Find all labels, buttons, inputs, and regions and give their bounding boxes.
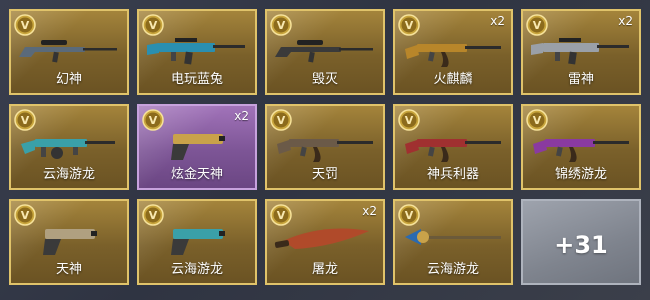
item-name: 炫金天神	[170, 167, 223, 182]
item-card[interactable]: Vx2 火麒麟	[393, 9, 513, 95]
more-items-button[interactable]: +31	[521, 199, 641, 285]
item-card[interactable]: V 云海游龙	[137, 199, 257, 285]
item-card[interactable]: V 电玩蓝兔	[137, 9, 257, 95]
item-name: 火麒麟	[433, 72, 473, 87]
more-items-count: +31	[554, 231, 608, 259]
item-name: 锦绣游龙	[554, 167, 607, 182]
item-count: x2	[362, 204, 377, 218]
item-name: 云海游龙	[42, 167, 95, 182]
item-grid: V 幻神 V 电玩蓝兔 V 毁灭 Vx2 火麒麟 Vx2 雷神 V 云海游龙 Vx2 炫金天神 V 天罚 V 神兵…	[9, 9, 641, 285]
item-count: x2	[234, 109, 249, 123]
item-count: x2	[618, 14, 633, 28]
item-card[interactable]: Vx2 雷神	[521, 9, 641, 95]
item-name: 云海游龙	[426, 262, 479, 277]
item-card[interactable]: V 锦绣游龙	[521, 104, 641, 190]
item-name: 天神	[55, 262, 82, 277]
item-card[interactable]: V 神兵利器	[393, 104, 513, 190]
item-name: 天罚	[311, 167, 338, 182]
item-card[interactable]: Vx2 屠龙	[265, 199, 385, 285]
item-name: 屠龙	[311, 262, 338, 277]
item-card[interactable]: V 云海游龙	[393, 199, 513, 285]
item-count: x2	[490, 14, 505, 28]
item-card[interactable]: V 云海游龙	[9, 104, 129, 190]
item-name: 毁灭	[311, 72, 338, 87]
item-card[interactable]: V 幻神	[9, 9, 129, 95]
item-card[interactable]: V 毁灭	[265, 9, 385, 95]
item-name: 云海游龙	[170, 262, 223, 277]
item-name: 电玩蓝兔	[170, 72, 223, 87]
item-card[interactable]: V 天罚	[265, 104, 385, 190]
item-name: 幻神	[55, 72, 82, 87]
item-card[interactable]: Vx2 炫金天神	[137, 104, 257, 190]
item-card[interactable]: V 天神	[9, 199, 129, 285]
item-name: 雷神	[567, 72, 594, 87]
item-name: 神兵利器	[426, 167, 479, 182]
